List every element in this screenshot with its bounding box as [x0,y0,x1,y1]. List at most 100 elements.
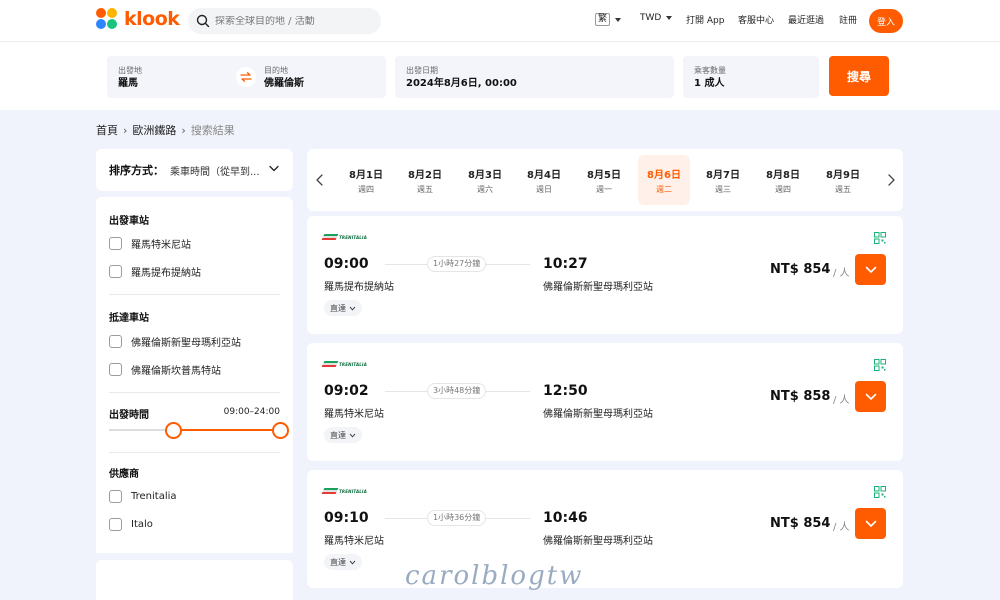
chevron-down-icon [349,560,356,565]
departure-station-option[interactable]: 羅馬提布提納站 [109,264,201,279]
trenitalia-logo: TRENITALIA [321,488,368,494]
supplier-option[interactable]: Trenitalia [109,490,177,503]
train-result-card[interactable]: TRENITALIA 09:00 1小時27分鐘 10:27 羅馬提布提納站 佛… [307,216,903,334]
to-field[interactable]: 目的地 佛羅倫斯 [264,66,304,91]
chevron-down-icon [666,16,673,20]
departure-time: 09:10 [324,510,369,526]
divider [109,392,280,393]
expand-button[interactable] [855,381,886,412]
direct-label: 直達 [330,303,346,313]
arrival-station-title: 抵達車站 [109,313,149,324]
date-value: 2024年8月6日, 00:00 [406,78,517,89]
currency-switcher[interactable]: TWD [640,13,673,23]
swap-icon [240,72,252,82]
search-input[interactable] [215,15,375,27]
direct-tag[interactable]: 直達 [324,427,362,443]
klook-logo-icon [96,8,118,30]
direct-tag[interactable]: 直達 [324,554,362,570]
help-center-link[interactable]: 客服中心 [738,13,774,26]
date-option[interactable]: 8月3日週六 [459,155,511,205]
trenitalia-logo: TRENITALIA [321,361,368,367]
operator-name: TRENITALIA [339,361,368,367]
train-result-card[interactable]: TRENITALIA 09:02 3小時48分鐘 12:50 羅馬特米尼站 佛羅… [307,343,903,461]
checkbox[interactable] [109,490,122,503]
time-slider-end-handle[interactable] [271,422,289,439]
date-option-selected[interactable]: 8月6日 週二 [638,155,690,205]
checkbox[interactable] [109,335,122,348]
chevron-down-icon [865,520,876,527]
login-button[interactable]: 登入 [869,9,903,33]
duration-badge: 1小時36分鐘 [427,510,487,526]
supplier-option[interactable]: Italo [109,518,153,531]
option-label: 羅馬特米尼站 [131,240,191,251]
divider [109,452,280,453]
operator-name: TRENITALIA [339,234,368,240]
price: NT$ 854 [770,262,831,277]
date-field[interactable]: 出發日期 2024年8月6日, 00:00 [395,56,674,98]
operator-name: TRENITALIA [339,488,368,494]
open-app-link[interactable]: 打開 App [686,13,724,26]
expand-button[interactable] [855,254,886,285]
arrival-time: 10:27 [543,256,588,272]
checkbox[interactable] [109,237,122,250]
trenitalia-logo-icon [321,234,339,240]
breadcrumb-rail[interactable]: 歐洲鐵路 [132,122,176,138]
chevron-down-icon [865,393,876,400]
date-option[interactable]: 8月4日 週日 [518,155,570,205]
direct-tag[interactable]: 直達 [324,300,362,316]
departure-time: 09:00 [324,256,369,272]
arrival-station-option[interactable]: 佛羅倫斯新聖母瑪利亞站 [109,334,241,349]
passenger-field[interactable]: 乘客數量 1 成人 [683,56,819,98]
language-switcher[interactable]: 繁 [595,13,622,26]
date-option[interactable]: 8月2日 週五 [399,155,451,205]
price: NT$ 854 [770,516,831,531]
arrival-station-option[interactable]: 佛羅倫斯坎普馬特站 [109,362,221,377]
date-option[interactable]: 8月1日 週四 [340,155,392,205]
from-field[interactable]: 出發地 羅馬 [118,66,142,91]
chevron-left-icon[interactable] [314,173,326,187]
checkbox[interactable] [109,265,122,278]
date-option[interactable]: 8月7日 週三 [697,155,749,205]
supplier-title: 供應商 [109,469,139,480]
signup-link[interactable]: 註冊 [839,13,857,26]
swap-stations-button[interactable] [236,67,256,87]
per-person-label: / 人 [833,522,850,533]
recently-viewed-link[interactable]: 最近逛過 [788,13,824,26]
trenitalia-logo-icon [321,361,339,367]
date-option[interactable]: 8月5日 週一 [578,155,630,205]
chevron-down-icon [865,266,876,273]
filter-panel: 出發車站 羅馬特米尼站 羅馬提布提納站 抵達車站 佛羅倫斯新聖母瑪利亞站 佛羅倫… [96,197,293,553]
direct-label: 直達 [330,557,346,567]
top-navigation: klook 繁 TWD 打開 App 客服中心 最近逛過 註冊 登入 [0,0,1000,42]
search-box[interactable] [188,8,381,34]
sort-dropdown[interactable]: 排序方式： 乘車時間（從早到... [96,149,293,191]
chevron-right-icon[interactable] [885,173,897,187]
checkbox[interactable] [109,363,122,376]
breadcrumb-home[interactable]: 首頁 [96,122,118,138]
search-button[interactable]: 搜尋 [829,56,889,96]
weekday-text: 週五 [835,185,851,194]
checkbox[interactable] [109,518,122,531]
direct-label: 直達 [330,430,346,440]
date-text: 8月3日 [468,170,502,181]
departure-time-title: 出發時間 [109,410,149,421]
date-option[interactable]: 8月9日 週五 [817,155,869,205]
brand-name: klook [124,8,180,30]
departure-station: 羅馬特米尼站 [324,409,384,420]
chevron-right-icon: › [123,123,128,137]
expand-button[interactable] [855,508,886,539]
from-label: 出發地 [118,66,142,75]
weekday-text: 週六 [477,185,493,194]
date-option[interactable]: 8月8日 週四 [757,155,809,205]
date-text: 8月4日 [527,170,561,181]
to-value: 佛羅倫斯 [264,78,304,89]
weekday-text: 週五 [417,185,433,194]
time-slider-start-handle[interactable] [164,422,182,439]
date-text: 8月8日 [766,170,800,181]
trenitalia-logo-icon [321,488,339,494]
klook-logo[interactable]: klook [96,8,180,30]
departure-station: 羅馬提布提納站 [324,282,394,293]
weekday-text: 週三 [715,185,731,194]
train-result-card[interactable]: TRENITALIA 09:10 1小時36分鐘 10:46 羅馬特米尼站 佛羅… [307,470,903,588]
departure-station-option[interactable]: 羅馬特米尼站 [109,236,191,251]
